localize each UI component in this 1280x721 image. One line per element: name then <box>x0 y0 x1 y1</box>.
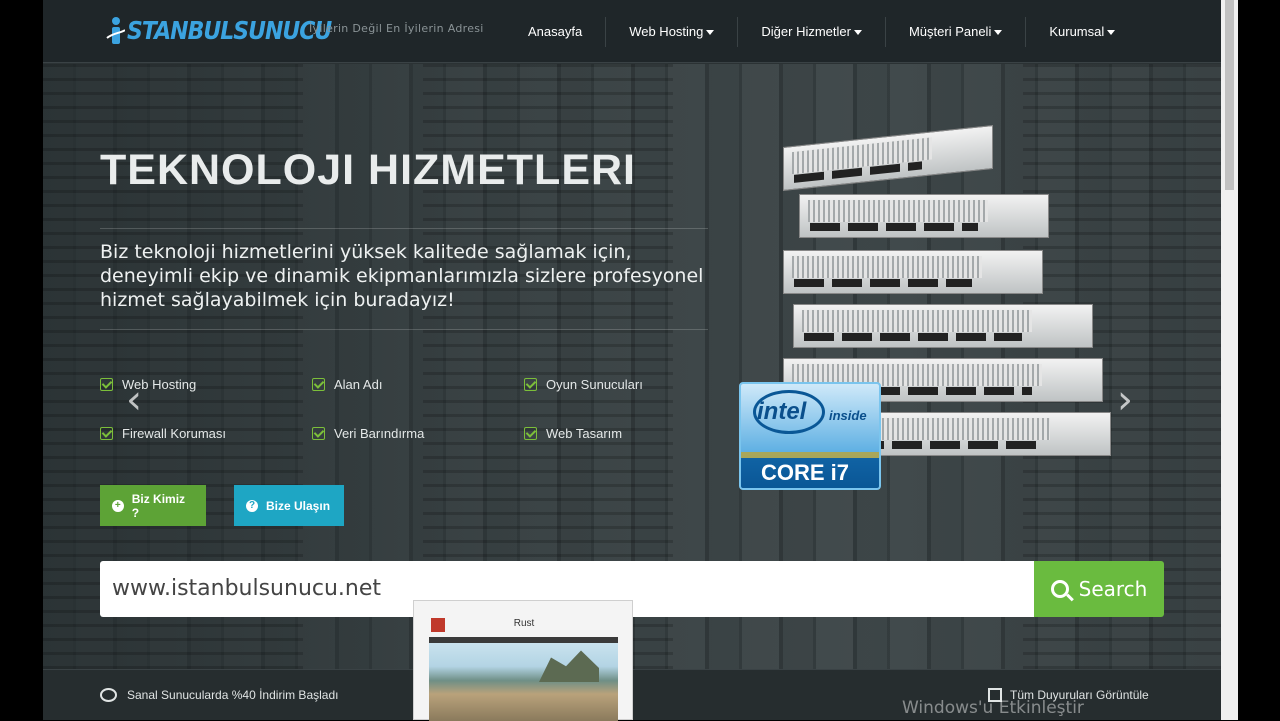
server-unit <box>799 194 1049 238</box>
check-icon <box>524 427 537 440</box>
check-icon <box>524 378 537 391</box>
feature-item: Veri Barındırma <box>312 426 424 441</box>
main-nav: Anasayfa Web Hosting Diğer Hizmetler Müş… <box>505 0 1138 63</box>
feature-item: Web Tasarım <box>524 426 622 441</box>
contact-us-label: Bize Ulaşın <box>266 498 331 513</box>
hero-description: Biz teknoloji hizmetlerini yüksek kalite… <box>100 241 704 311</box>
caret-down-icon <box>994 29 1003 35</box>
latest-announcement[interactable]: Sanal Sunucularda %40 İndirim Başladı <box>100 688 338 702</box>
intel-core-i7-badge: intel inside CORE i7 <box>739 382 881 490</box>
nav-item-other-services[interactable]: Diğer Hizmetler <box>738 16 886 47</box>
nav-item-corporate[interactable]: Kurumsal <box>1026 17 1138 47</box>
about-us-button[interactable]: + Biz Kimiz ? <box>100 485 206 526</box>
about-us-label: Biz Kimiz ? <box>131 491 186 520</box>
site-tagline: İyilerin Değil En İyilerin Adresi <box>309 22 484 35</box>
feature-label: Firewall Koruması <box>122 426 227 441</box>
announcement-text: Sanal Sunucularda %40 İndirim Başladı <box>127 688 339 702</box>
slider-next-arrow-icon[interactable]: › <box>1117 380 1133 420</box>
nav-item-customer-panel[interactable]: Müşteri Paneli <box>886 16 1027 47</box>
nav-item-label: Müşteri Paneli <box>908 23 992 39</box>
windows-activation-watermark: Windows'u Etkinleştir <box>902 698 1084 718</box>
search-button[interactable]: Search <box>1034 561 1164 617</box>
nav-item-label: Kurumsal <box>1049 23 1105 39</box>
vertical-scrollbar[interactable] <box>1221 0 1238 720</box>
hero-slider: TEKNOLOJI HIZMETLERI Biz teknoloji hizme… <box>43 64 1221 669</box>
server-unit <box>783 250 1043 294</box>
check-icon <box>100 427 113 440</box>
nav-item-home[interactable]: Anasayfa <box>505 16 607 47</box>
nav-item-web-hosting[interactable]: Web Hosting <box>606 16 739 47</box>
check-icon <box>312 378 325 391</box>
intel-inside-text: inside <box>829 408 867 423</box>
caret-down-icon <box>706 29 715 35</box>
letterbox-bar <box>1238 0 1280 720</box>
taskbar-window-preview[interactable]: Rust <box>413 600 633 721</box>
feature-item: Firewall Koruması <box>100 426 226 441</box>
nav-item-label: Web Hosting <box>629 23 704 39</box>
preview-title: Rust <box>513 618 535 629</box>
nav-item-label: Diğer Hizmetler <box>761 23 851 39</box>
search-icon <box>1050 580 1069 598</box>
logo-icon <box>106 17 125 44</box>
nav-item-label: Anasayfa <box>528 23 583 39</box>
feature-item: Web Hosting <box>100 377 196 392</box>
question-circle-icon: ? <box>246 499 258 512</box>
feature-label: Oyun Sunucuları <box>546 377 643 392</box>
feature-label: Web Tasarım <box>546 426 623 441</box>
feature-item: Oyun Sunucuları <box>524 377 643 392</box>
check-icon <box>312 427 325 440</box>
contact-us-button[interactable]: ? Bize Ulaşın <box>234 485 344 526</box>
search-button-label: Search <box>1078 577 1148 601</box>
intel-brand-text: intel <box>757 398 807 425</box>
hero-title: TEKNOLOJI HIZMETLERI <box>100 146 636 194</box>
divider <box>100 329 708 330</box>
divider <box>100 228 708 229</box>
caret-down-icon <box>853 29 862 35</box>
logo-text: STANBULSUNUCU <box>127 16 332 46</box>
check-icon <box>100 378 113 391</box>
chat-bubble-icon <box>100 688 117 702</box>
plus-circle-icon: + <box>112 499 124 512</box>
site-logo[interactable]: STANBULSUNUCU <box>105 14 332 48</box>
server-unit <box>783 124 993 192</box>
preview-thumbnail <box>429 637 618 721</box>
scrollbar-thumb[interactable] <box>1225 0 1234 190</box>
intel-model-text: CORE i7 <box>761 460 850 485</box>
feature-item: Alan Adı <box>312 377 382 392</box>
feature-label: Alan Adı <box>334 377 383 392</box>
slider-prev-arrow-icon[interactable]: ‹ <box>126 380 142 420</box>
caret-down-icon <box>1107 29 1116 35</box>
feature-label: Veri Barındırma <box>334 426 425 441</box>
server-unit <box>843 412 1111 456</box>
site-header: STANBULSUNUCU İyilerin Değil En İyilerin… <box>43 0 1221 63</box>
server-unit <box>793 304 1093 348</box>
